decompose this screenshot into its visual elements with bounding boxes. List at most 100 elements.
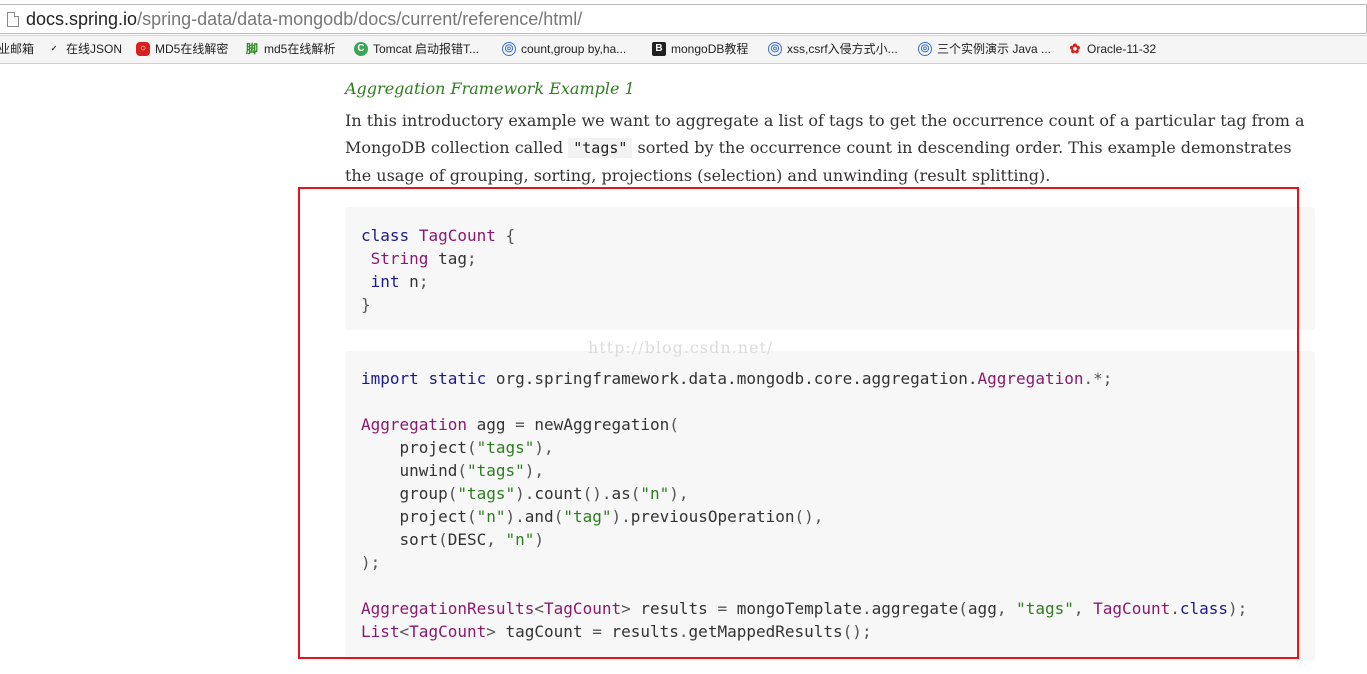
code-token: >: [621, 599, 631, 618]
bookmark-oracle[interactable]: ✿ Oracle-11-32: [1068, 41, 1157, 57]
url-host: docs.spring.io: [26, 9, 138, 29]
bookmark-label: Tomcat 启动报错T...: [373, 42, 480, 56]
code-token: agg: [466, 415, 516, 434]
bookmark-mailbox[interactable]: 业邮箱: [0, 41, 34, 57]
code-token: (: [958, 599, 968, 618]
bookmark-label: 在线JSON: [66, 42, 123, 56]
code-token: mongoTemplate: [727, 599, 862, 618]
bookmark-mongodb-tutorial[interactable]: B mongoDB教程: [652, 41, 748, 57]
code-token: }: [361, 295, 371, 314]
bookmark-label: Oracle-11-32: [1087, 42, 1157, 56]
code-token: agg: [967, 599, 997, 618]
code-token: n: [399, 272, 419, 291]
inline-code-tags: "tags": [568, 138, 633, 158]
globe-icon: ◎: [768, 42, 782, 56]
code-token: "tags": [476, 438, 535, 457]
code-token: class: [1179, 599, 1229, 618]
code-token: getMappedResults: [688, 622, 843, 641]
code-line: int n;: [361, 270, 1315, 293]
code-token: .: [678, 622, 689, 641]
example-title: Aggregation Framework Example 1: [345, 79, 635, 98]
code-line: unwind("tags"),: [361, 459, 1315, 482]
code-token: >: [486, 622, 496, 641]
code-token: results: [601, 622, 679, 641]
bookmark-tomcat[interactable]: C Tomcat 启动报错T...: [354, 41, 479, 57]
code-token: (: [457, 461, 467, 480]
code-token: =: [717, 599, 728, 618]
code-token: TagCount: [418, 226, 496, 245]
bookmark-label: count,group by,ha...: [521, 42, 627, 56]
code-token: import: [361, 369, 419, 388]
code-token: <: [534, 599, 545, 618]
code-token: ): [534, 530, 545, 549]
code-token: );: [361, 553, 381, 572]
code-token: group: [361, 484, 448, 503]
code-line: Aggregation agg = newAggregation(: [361, 413, 1315, 436]
code-token: ,: [996, 599, 1017, 618]
code-line: group("tags").count().as("n"),: [361, 482, 1315, 505]
bookmark-md5-decrypt[interactable]: ○ MD5在线解密: [136, 41, 228, 57]
code-token: unwind: [361, 461, 458, 480]
code-token: ,: [1073, 599, 1094, 618]
code-token: "tags": [1016, 599, 1074, 618]
code-line: List<TagCount> tagCount = results.getMap…: [361, 620, 1315, 643]
json-icon: ✓: [50, 44, 58, 53]
bookmark-md5-parse[interactable]: 脚 md5在线解析: [245, 41, 335, 57]
url-field[interactable]: docs.spring.io/spring-data/data-mongodb/…: [0, 4, 1367, 34]
code-token: "tags": [466, 461, 525, 480]
code-token: int: [370, 272, 400, 291]
code-token: (: [553, 507, 564, 526]
bookmark-xss-csrf[interactable]: ◎ xss,csrf入侵方式小...: [768, 41, 898, 57]
md5-icon: ○: [136, 42, 150, 56]
code-token: ,: [486, 530, 506, 549]
code-block-tagcount-class: class TagCount { String tag; int n;}: [345, 207, 1315, 330]
code-token: ).: [611, 507, 631, 526]
code-token: DESC: [447, 530, 487, 549]
code-token: count: [534, 484, 583, 503]
bookmark-label: mongoDB教程: [671, 42, 749, 56]
code-token: class: [361, 226, 410, 245]
code-token: tagCount: [495, 622, 593, 641]
code-line: }: [361, 293, 1315, 316]
code-line: AggregationResults<TagCount> results = m…: [361, 597, 1315, 620]
code-line: String tag;: [361, 247, 1315, 270]
bookmark-online-json[interactable]: ✓ 在线JSON: [47, 41, 122, 57]
bookmark-label: MD5在线解密: [155, 42, 229, 56]
code-token: previousOperation: [630, 507, 795, 526]
bookmark-count-group[interactable]: ◎ count,group by,ha...: [502, 41, 626, 57]
code-token: .: [861, 599, 872, 618]
c-icon: C: [354, 42, 368, 56]
code-token: AggregationResults: [361, 599, 535, 618]
code-token: .*;: [1083, 369, 1113, 388]
code-token: ),: [524, 461, 545, 480]
code-token: ().: [582, 484, 612, 503]
code-token: static: [428, 369, 487, 388]
code-token: =: [515, 415, 525, 434]
b-icon: B: [652, 42, 666, 56]
address-bar: docs.spring.io/spring-data/data-mongodb/…: [0, 0, 1367, 36]
code-line: project("tags"),: [361, 436, 1315, 459]
url-text[interactable]: docs.spring.io/spring-data/data-mongodb/…: [26, 9, 582, 30]
code-block-aggregation: import static org.springframework.data.m…: [345, 351, 1315, 661]
code-token: (: [438, 530, 448, 549]
url-path: /spring-data/data-mongodb/docs/current/r…: [137, 9, 583, 29]
code-token: List: [361, 622, 400, 641]
code-token: (),: [794, 507, 824, 526]
code-token: ),: [669, 484, 689, 503]
code-token: .: [1170, 599, 1180, 618]
bookmark-java-examples[interactable]: ◎ 三个实例演示 Java ...: [918, 41, 1051, 57]
code-token: and: [524, 507, 554, 526]
code-token: "n": [640, 484, 670, 503]
code-token: ).: [515, 484, 535, 503]
code-token: "n": [476, 507, 506, 526]
bookmark-label: xss,csrf入侵方式小...: [787, 42, 898, 56]
code-token: ;: [466, 249, 477, 268]
code-token: (: [466, 438, 477, 457]
code-token: Aggregation: [361, 415, 467, 434]
code-token: <: [399, 622, 410, 641]
